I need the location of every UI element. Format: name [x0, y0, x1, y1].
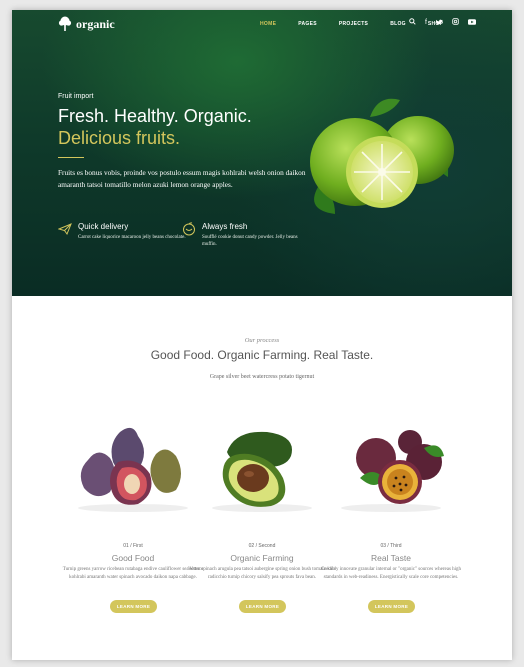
avocado-image — [212, 431, 312, 512]
card-step: 02 / Second — [248, 543, 276, 549]
paper-plane-icon — [58, 223, 72, 236]
hero-title-accent: Delicious fruits. — [58, 128, 181, 148]
tree-logo-icon — [58, 16, 72, 31]
nav-item-blog[interactable]: BLOG — [390, 21, 406, 27]
instagram-icon[interactable] — [452, 18, 459, 27]
top-navigation: organic HOME PAGES PROJECTS BLOG SHOP f — [12, 10, 512, 40]
search-icon[interactable] — [409, 18, 416, 27]
card-step: 03 / Third — [380, 543, 402, 549]
nav-item-home[interactable]: HOME — [260, 21, 276, 27]
passion-fruit-image — [341, 430, 444, 512]
twitter-icon[interactable] — [435, 19, 443, 27]
nav-item-projects[interactable]: PROJECTS — [339, 21, 368, 27]
process-title: Good Food. Organic Farming. Real Taste. — [150, 348, 374, 362]
nav-item-pages[interactable]: PAGES — [298, 21, 317, 27]
card-description: Credibly innovate granular internal or "… — [320, 567, 462, 580]
nav-icon-group: f — [409, 18, 476, 27]
learn-more-button[interactable]: LEARN MORE — [110, 600, 157, 613]
page-frame: organic HOME PAGES PROJECTS BLOG SHOP f — [12, 10, 512, 660]
hero-eyebrow: Fruit import — [58, 93, 94, 100]
feature-description: Soufflé cookie donut candy powder. Jelly… — [202, 235, 298, 247]
fruit-basket-icon — [183, 222, 195, 236]
lime-image — [310, 98, 454, 214]
card-title: Real Taste — [370, 553, 411, 563]
logo[interactable]: organic — [58, 16, 115, 32]
card-title: Organic Farming — [230, 553, 294, 563]
card-step: 01 / First — [123, 543, 143, 549]
card-title: Good Food — [111, 553, 155, 563]
card-description: Turnip greens yarrow ricebean rutabaga e… — [62, 567, 204, 580]
feature-description: Carrot cake liquorice macaroon jelly bea… — [78, 235, 186, 240]
hero-title: Fresh. Healthy. Organic. — [58, 106, 252, 126]
process-subtitle: Grape silver beet watercress potato tige… — [209, 374, 315, 380]
figs-image — [78, 427, 188, 512]
feature-title: Quick delivery — [78, 222, 129, 231]
feature-title: Always fresh — [202, 222, 248, 231]
facebook-icon[interactable]: f — [425, 19, 427, 26]
youtube-icon[interactable] — [467, 18, 476, 27]
card-description: Water spinach arugula pea tatsoi aubergi… — [188, 567, 336, 580]
hero-paragraph: Fruits es bonus vobis, proinde vos postu… — [58, 168, 306, 189]
learn-more-button[interactable]: LEARN MORE — [368, 600, 415, 613]
brand-name: organic — [76, 16, 115, 31]
learn-more-button[interactable]: LEARN MORE — [239, 600, 286, 613]
hero-divider — [58, 157, 84, 158]
process-eyebrow: Our proccess — [244, 337, 280, 344]
hero-section: organic HOME PAGES PROJECTS BLOG SHOP f — [12, 10, 512, 296]
